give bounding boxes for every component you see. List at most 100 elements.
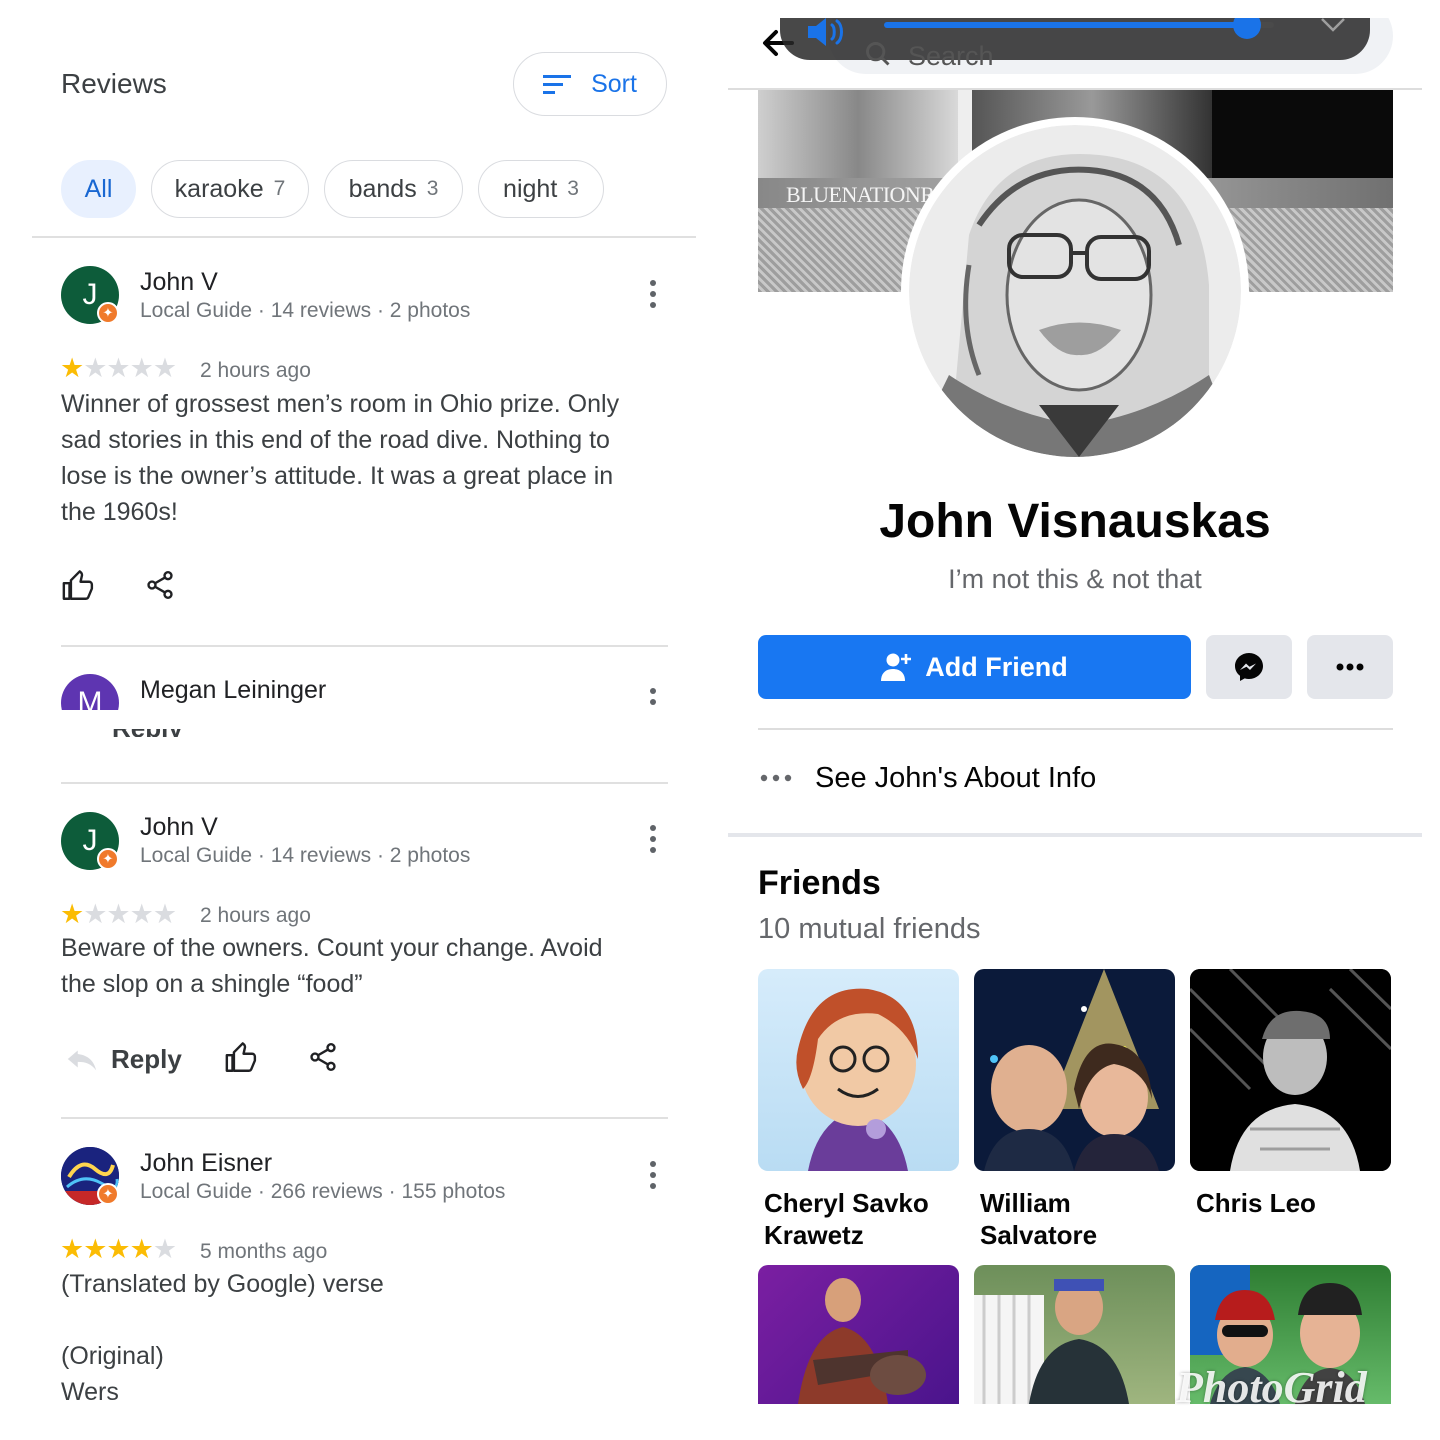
friend-avatar-image bbox=[974, 1279, 1129, 1404]
mutual-friends-count: 10 mutual friends bbox=[758, 913, 981, 945]
friend-photo[interactable] bbox=[1190, 969, 1391, 1171]
reviewer-name[interactable]: Megan Leininger bbox=[140, 676, 326, 705]
thumbs-up-icon[interactable] bbox=[224, 1041, 258, 1075]
reply-label[interactable]: Reply bbox=[111, 1044, 182, 1075]
reply-label[interactable]: Reply bbox=[112, 729, 183, 737]
thumbs-up-icon[interactable] bbox=[61, 569, 95, 603]
more-dots-icon bbox=[760, 774, 792, 782]
volume-fill bbox=[884, 22, 1247, 28]
share-icon[interactable] bbox=[144, 569, 176, 601]
reviews-title: Reviews bbox=[61, 68, 167, 99]
review-divider bbox=[61, 1117, 668, 1119]
reviewer-name[interactable]: John Eisner bbox=[140, 1149, 272, 1178]
friend-avatar-image bbox=[1190, 969, 1391, 1171]
review-text-translated: (Translated by Google) verse bbox=[61, 1270, 384, 1298]
more-options-icon[interactable] bbox=[649, 1161, 657, 1189]
about-info-label: See John's About Info bbox=[815, 762, 1097, 794]
local-guide-badge-icon: ✦ bbox=[97, 302, 119, 324]
friend-avatar-image bbox=[796, 988, 918, 1171]
about-info-row[interactable]: See John's About Info bbox=[758, 748, 1393, 812]
chip-karaoke[interactable]: karaoke 7 bbox=[151, 160, 309, 218]
cover-window-right bbox=[1212, 90, 1393, 178]
chip-bands[interactable]: bands 3 bbox=[324, 160, 463, 218]
reviewer-name[interactable]: John V bbox=[140, 813, 218, 842]
header-divider bbox=[32, 236, 696, 238]
review-divider bbox=[61, 645, 668, 647]
friend-name[interactable]: Chris Leo bbox=[1196, 1187, 1396, 1219]
volume-track[interactable] bbox=[884, 18, 1274, 39]
chip-count: 7 bbox=[273, 177, 286, 200]
profile-name: John Visnauskas bbox=[879, 495, 1271, 548]
review-time: 5 months ago bbox=[200, 1240, 328, 1263]
review-text: Beware of the owners. Count your change.… bbox=[61, 934, 603, 998]
friend-photo[interactable] bbox=[758, 969, 959, 1171]
friend-name[interactable]: Cheryl Savko Krawetz bbox=[764, 1187, 964, 1251]
friend-name[interactable]: William Salvatore bbox=[980, 1187, 1180, 1251]
speaker-icon[interactable] bbox=[806, 18, 846, 48]
search-placeholder: Search bbox=[908, 41, 994, 71]
local-guide-badge-icon: ✦ bbox=[97, 1183, 119, 1205]
chip-label: All bbox=[84, 174, 113, 203]
reply-icon[interactable] bbox=[65, 1044, 99, 1074]
friends-title: Friends bbox=[758, 864, 881, 902]
star-rating: ★★★★★ bbox=[60, 899, 177, 929]
friend-photo[interactable] bbox=[758, 1265, 959, 1404]
more-options-icon[interactable] bbox=[649, 280, 657, 308]
review-original-label: (Original) bbox=[61, 1342, 164, 1370]
add-friend-icon bbox=[881, 653, 912, 681]
profile-picture[interactable] bbox=[901, 117, 1249, 465]
chip-count: 3 bbox=[567, 177, 579, 200]
more-options-button[interactable] bbox=[1307, 635, 1393, 699]
review-divider bbox=[61, 782, 668, 784]
avatar[interactable]: M bbox=[61, 674, 119, 710]
local-guide-badge-icon: ✦ bbox=[97, 848, 119, 870]
chip-label: karaoke bbox=[174, 174, 264, 203]
messenger-icon bbox=[1235, 653, 1263, 681]
more-options-icon[interactable] bbox=[649, 825, 657, 853]
review-time: 2 hours ago bbox=[200, 359, 311, 382]
sort-label: Sort bbox=[591, 69, 637, 98]
reviewer-meta: Local Guide · 266 reviews · 155 photos bbox=[140, 1180, 506, 1203]
search-icon bbox=[866, 42, 890, 66]
review-text: Winner of grossest men’s room in Ohio pr… bbox=[61, 390, 620, 526]
add-friend-label: Add Friend bbox=[925, 651, 1068, 682]
friend-photo[interactable] bbox=[974, 1265, 1175, 1404]
buttons-divider bbox=[758, 728, 1393, 730]
profile-sketch-image bbox=[909, 125, 1241, 457]
share-icon[interactable] bbox=[307, 1041, 339, 1073]
profile-bio: I’m not this & not that bbox=[948, 564, 1202, 594]
chip-all[interactable]: All bbox=[61, 160, 136, 218]
reviewer-meta: Local Guide · 14 reviews · 2 photos bbox=[140, 844, 471, 867]
friend-photo[interactable] bbox=[974, 969, 1175, 1171]
review-time: 2 hours ago bbox=[200, 904, 311, 927]
messenger-button[interactable] bbox=[1206, 635, 1292, 699]
facebook-profile-panel: Search BLUENATIONRE John Visnauskas I’m … bbox=[728, 18, 1422, 1404]
volume-thumb[interactable] bbox=[1232, 18, 1261, 39]
section-separator bbox=[728, 833, 1422, 837]
reviewer-meta: Local Guide · 14 reviews · 2 photos bbox=[140, 299, 471, 322]
reviews-panel-bottom: Reply J ✦ John V Local Guide · 14 review… bbox=[32, 729, 696, 1421]
cut-reply-row: Reply bbox=[32, 729, 696, 737]
chip-label: night bbox=[503, 174, 558, 203]
reviews-panel-top: Reviews Sort All karaoke 7 bands 3 night… bbox=[32, 18, 696, 710]
more-icon bbox=[1336, 663, 1364, 671]
chip-label: bands bbox=[348, 174, 417, 203]
volume-overlay: Search bbox=[780, 18, 1370, 71]
chip-night[interactable]: night 3 bbox=[478, 160, 604, 218]
review-text-original: Wers bbox=[61, 1378, 119, 1406]
star-rating: ★★★★★ bbox=[60, 353, 177, 383]
more-options-icon[interactable] bbox=[649, 688, 657, 710]
star-rating: ★★★★★ bbox=[60, 1234, 177, 1264]
sort-button[interactable]: Sort bbox=[513, 52, 667, 116]
sort-icon bbox=[543, 75, 572, 94]
add-friend-button[interactable]: Add Friend bbox=[758, 635, 1191, 699]
avatar-initial: M bbox=[77, 686, 103, 710]
cover-window-left bbox=[758, 90, 958, 178]
avatar-initial: J bbox=[82, 824, 98, 857]
reviewer-name[interactable]: John V bbox=[140, 268, 218, 297]
friend-avatar-image bbox=[984, 969, 1159, 1171]
photogrid-watermark: PhotoGrid bbox=[1176, 1363, 1367, 1412]
chevron-down-icon[interactable] bbox=[1320, 18, 1346, 34]
chip-count: 3 bbox=[426, 177, 439, 200]
avatar-initial: J bbox=[82, 278, 98, 311]
